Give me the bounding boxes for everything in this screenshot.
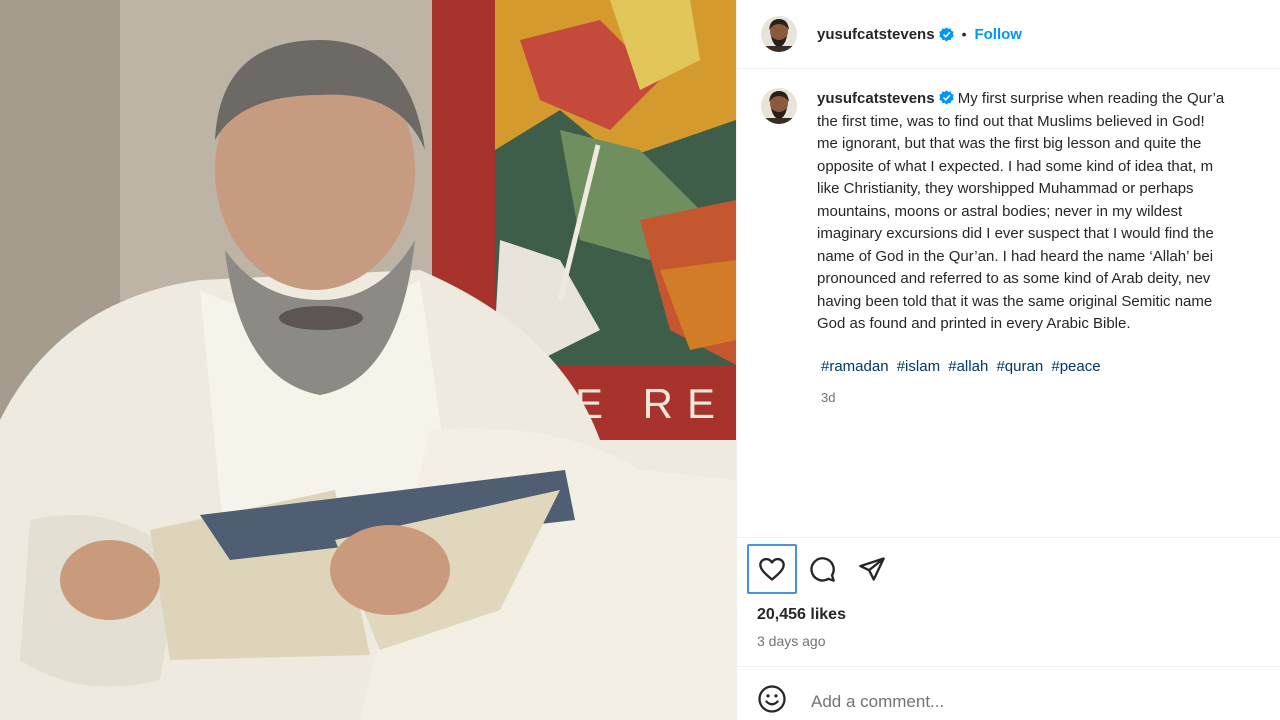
- author-avatar[interactable]: [761, 16, 797, 52]
- post-detail-panel: yusufcatstevens • Follow yusufcatstevens…: [736, 0, 1280, 720]
- caption-line: mountains, moons or astral bodies; never…: [817, 202, 1183, 220]
- sign-text: E RE: [575, 380, 729, 427]
- follow-button[interactable]: Follow: [974, 26, 1022, 43]
- caption-username[interactable]: yusufcatstevens: [817, 90, 935, 107]
- caption-line: the first time, was to find out that Mus…: [817, 112, 1205, 130]
- caption-line: My first surprise when reading the Qur’a: [957, 90, 1225, 107]
- hashtag-link[interactable]: #quran: [996, 358, 1043, 375]
- caption-line-first: yusufcatstevens My first surprise when r…: [817, 88, 1280, 111]
- divider: [737, 666, 1280, 667]
- caption-line: God as found and printed in every Arabic…: [817, 315, 1131, 332]
- action-bar: [747, 544, 897, 594]
- photo-illustration: E RE: [0, 0, 736, 720]
- share-button[interactable]: [847, 544, 897, 594]
- hashtag-list: #ramadan #islam #allah #quran #peace: [821, 358, 1105, 375]
- comment-composer: [757, 684, 1213, 719]
- hashtag-link[interactable]: #islam: [897, 358, 940, 375]
- comment-button[interactable]: [797, 544, 847, 594]
- caption-area: yusufcatstevens My first surprise when r…: [737, 68, 1280, 538]
- hashtag-link[interactable]: #ramadan: [821, 358, 889, 375]
- caption-line: name of God in the Qur’an. I had heard t…: [817, 247, 1214, 265]
- caption-line: pronounced and referred to as some kind …: [817, 270, 1211, 287]
- caption-line: me ignorant, but that was the first big …: [817, 135, 1202, 152]
- post-header: yusufcatstevens • Follow: [737, 0, 1280, 69]
- like-button[interactable]: [747, 544, 797, 594]
- verified-badge-icon: [938, 26, 954, 42]
- comment-icon: [810, 557, 835, 582]
- hashtag-link[interactable]: #allah: [948, 358, 988, 375]
- divider: [737, 537, 1280, 538]
- author-username[interactable]: yusufcatstevens: [817, 26, 935, 43]
- verified-badge-icon: [938, 90, 954, 105]
- likes-count[interactable]: 20,456 likes: [757, 606, 846, 624]
- smiley-icon: [758, 685, 786, 713]
- hashtag-link[interactable]: #peace: [1051, 358, 1100, 375]
- caption-line: having been told that it was the same or…: [817, 292, 1213, 310]
- caption-line: imaginary excursions did I ever suspect …: [817, 225, 1214, 242]
- avatar-image: [761, 88, 797, 124]
- caption-avatar[interactable]: [761, 88, 797, 124]
- caption-line: opposite of what I expected. I had some …: [817, 157, 1214, 175]
- caption-text: yusufcatstevens My first surprise when r…: [817, 88, 1280, 336]
- emoji-button[interactable]: [757, 684, 787, 719]
- avatar-image: [761, 16, 797, 52]
- comment-input[interactable]: [809, 690, 1213, 713]
- separator-dot: •: [961, 26, 967, 42]
- caption-row: yusufcatstevens My first surprise when r…: [761, 88, 1280, 336]
- post-timestamp[interactable]: 3 days ago: [757, 633, 826, 649]
- caption-line: like Christianity, they worshipped Muham…: [817, 180, 1194, 197]
- post-photo[interactable]: E RE: [0, 0, 736, 720]
- heart-icon: [759, 557, 785, 581]
- paper-plane-icon: [859, 557, 885, 581]
- caption-timestamp[interactable]: 3d: [821, 390, 835, 405]
